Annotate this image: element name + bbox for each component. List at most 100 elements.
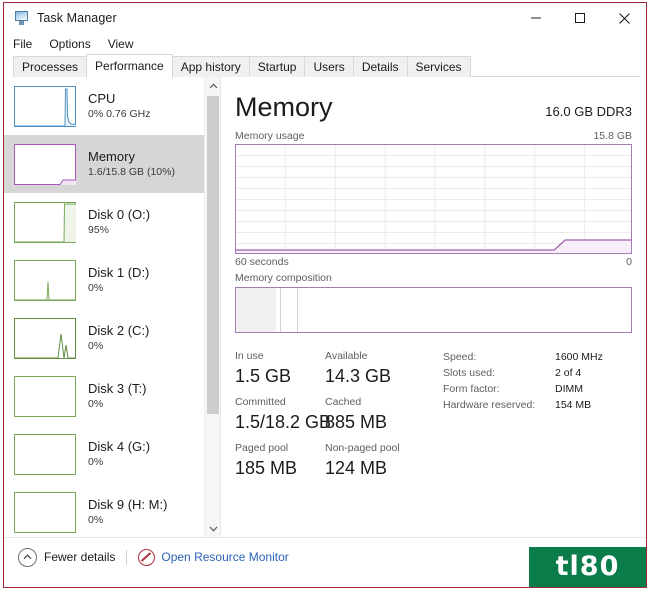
usage-graph-label: Memory usage bbox=[235, 130, 305, 142]
title-bar: Task Manager bbox=[4, 3, 646, 33]
sidebar-item-label: Disk 4 (G:) bbox=[88, 439, 151, 454]
stat-value: 14.3 GB bbox=[325, 366, 392, 386]
stat-available: Available 14.3 GB bbox=[325, 349, 391, 395]
sidebar-item-disk-3[interactable]: Disk 3 (T:) 0% bbox=[4, 367, 204, 425]
resource-monitor-icon[interactable] bbox=[138, 548, 156, 566]
menu-bar: File Options View bbox=[4, 33, 646, 55]
sidebar-item-label: CPU bbox=[88, 91, 116, 106]
scroll-up-icon[interactable] bbox=[205, 77, 220, 94]
page-title: Memory bbox=[235, 92, 333, 122]
resource-list: CPU 0% 0.76 GHz Memory 1.6/15.8 GB (10%)… bbox=[4, 77, 204, 537]
tab-startup[interactable]: Startup bbox=[248, 56, 306, 77]
maximize-button[interactable] bbox=[558, 3, 602, 33]
window-title: Task Manager bbox=[37, 11, 117, 25]
sidebar-item-cpu[interactable]: CPU 0% 0.76 GHz bbox=[4, 77, 204, 135]
sidebar-item-label: Memory bbox=[88, 149, 135, 164]
axis-label-right: 0 bbox=[626, 256, 632, 268]
sidebar-item-sublabel: 95% bbox=[88, 224, 110, 236]
tab-app-history[interactable]: App history bbox=[171, 56, 250, 77]
sidebar-item-disk-4[interactable]: Disk 4 (G:) 0% bbox=[4, 425, 204, 483]
stat-label: Available bbox=[325, 350, 368, 362]
disk4-thumbnail-graph bbox=[14, 433, 76, 475]
stat-value: 885 MB bbox=[325, 412, 388, 432]
sidebar-item-disk-1[interactable]: Disk 1 (D:) 0% bbox=[4, 251, 204, 309]
stat-in-use: In use 1.5 GB bbox=[235, 349, 325, 395]
chevron-up-icon[interactable] bbox=[18, 547, 37, 567]
sidebar-item-sublabel: 0% bbox=[88, 282, 104, 294]
menu-item-view[interactable]: View bbox=[108, 33, 134, 55]
task-manager-window: Task Manager File Options View Processes… bbox=[3, 2, 647, 588]
menu-item-options[interactable]: Options bbox=[49, 33, 90, 55]
memory-thumbnail-graph bbox=[14, 143, 76, 185]
sidebar-item-disk-0[interactable]: Disk 0 (O:) 95% bbox=[4, 193, 204, 251]
stat-value: 124 MB bbox=[325, 458, 388, 478]
sidebar-item-disk-2[interactable]: Disk 2 (C:) 0% bbox=[4, 309, 204, 367]
stat-label: Cached bbox=[325, 396, 362, 408]
watermark-text: tl80 bbox=[555, 551, 620, 582]
sidebar-item-label: Disk 3 (T:) bbox=[88, 381, 147, 396]
disk1-thumbnail-graph bbox=[14, 259, 76, 301]
stat-value: 1.5 GB bbox=[235, 366, 292, 386]
stat-committed: Committed 1.5/18.2 GB bbox=[235, 395, 332, 441]
stat-value: 185 MB bbox=[235, 458, 298, 478]
hardware-row-speed: Speed: 1600 MHz bbox=[443, 349, 632, 365]
hardware-row-form-factor: Form factor: DIMM bbox=[443, 381, 632, 397]
scroll-down-icon[interactable] bbox=[205, 520, 220, 537]
sidebar-item-label: Disk 2 (C:) bbox=[88, 323, 150, 338]
open-resource-monitor-link[interactable]: Open Resource Monitor bbox=[161, 550, 288, 564]
sidebar-item-sublabel: 0% bbox=[88, 456, 104, 468]
tab-details[interactable]: Details bbox=[352, 56, 408, 77]
stat-cached: Cached 885 MB bbox=[325, 395, 387, 441]
tab-services[interactable]: Services bbox=[406, 56, 471, 77]
cpu-thumbnail-graph bbox=[14, 85, 76, 127]
watermark-logo: tl80 bbox=[529, 547, 646, 587]
sidebar-item-label: Disk 0 (O:) bbox=[88, 207, 151, 222]
content-area: CPU 0% 0.76 GHz Memory 1.6/15.8 GB (10%)… bbox=[4, 77, 646, 537]
disk0-thumbnail-graph bbox=[14, 201, 76, 243]
memory-composition-bar[interactable] bbox=[235, 287, 632, 333]
menu-item-file[interactable]: File bbox=[13, 33, 32, 55]
resource-sidebar: CPU 0% 0.76 GHz Memory 1.6/15.8 GB (10%)… bbox=[4, 77, 221, 537]
usage-graph-max: 15.8 GB bbox=[593, 130, 632, 142]
sidebar-item-label: Disk 9 (H: M:) bbox=[88, 497, 168, 512]
memory-usage-graph bbox=[235, 144, 632, 254]
panel-header: Memory 16.0 GB DDR3 bbox=[235, 91, 632, 123]
composition-in-use-segment bbox=[236, 288, 276, 332]
sidebar-item-sublabel: 0% bbox=[88, 514, 104, 526]
sidebar-item-sublabel: 1.6/15.8 GB (10%) bbox=[88, 166, 175, 178]
tab-processes[interactable]: Processes bbox=[13, 56, 88, 77]
hardware-value: 2 of 4 bbox=[555, 367, 582, 379]
hardware-label: Speed: bbox=[443, 351, 477, 363]
stat-row: Committed 1.5/18.2 GB Cached 885 MB bbox=[235, 395, 435, 441]
hardware-label: Slots used: bbox=[443, 367, 495, 379]
disk3-thumbnail-graph bbox=[14, 375, 76, 417]
hardware-value: 1600 MHz bbox=[555, 351, 603, 363]
sidebar-item-label: Disk 1 (D:) bbox=[88, 265, 150, 280]
stat-paged-pool: Paged pool 185 MB bbox=[235, 441, 325, 487]
close-button[interactable] bbox=[602, 3, 646, 33]
stat-label: Committed bbox=[235, 396, 286, 408]
sidebar-item-memory[interactable]: Memory 1.6/15.8 GB (10%) bbox=[4, 135, 204, 193]
memory-spec: 16.0 GB DDR3 bbox=[545, 104, 632, 119]
stat-value: 1.5/18.2 GB bbox=[235, 412, 332, 432]
sidebar-scrollbar[interactable] bbox=[204, 77, 220, 537]
window-controls bbox=[514, 3, 646, 33]
composition-divider-2 bbox=[297, 288, 298, 332]
usage-graph-caption: Memory usage 15.8 GB bbox=[235, 130, 632, 142]
sidebar-item-disk-9[interactable]: Disk 9 (H: M:) 0% bbox=[4, 483, 204, 537]
memory-stats-left: In use 1.5 GB Available 14.3 GB Committe… bbox=[235, 349, 435, 487]
hardware-row-hardware-reserved: Hardware reserved: 154 MB bbox=[443, 397, 632, 413]
stat-non-paged-pool: Non-paged pool 124 MB bbox=[325, 441, 400, 487]
hardware-label: Form factor: bbox=[443, 383, 500, 395]
sidebar-item-sublabel: 0% bbox=[88, 398, 104, 410]
stat-label: In use bbox=[235, 350, 264, 362]
fewer-details-button[interactable]: Fewer details bbox=[44, 550, 115, 564]
minimize-button[interactable] bbox=[514, 3, 558, 33]
tab-users[interactable]: Users bbox=[304, 56, 354, 77]
hardware-value: 154 MB bbox=[555, 399, 592, 411]
scrollbar-thumb[interactable] bbox=[207, 96, 219, 414]
tab-performance[interactable]: Performance bbox=[86, 54, 173, 78]
stat-label: Non-paged pool bbox=[325, 442, 400, 454]
usage-graph-axis: 60 seconds 0 bbox=[235, 256, 632, 268]
stat-label: Paged pool bbox=[235, 442, 289, 454]
